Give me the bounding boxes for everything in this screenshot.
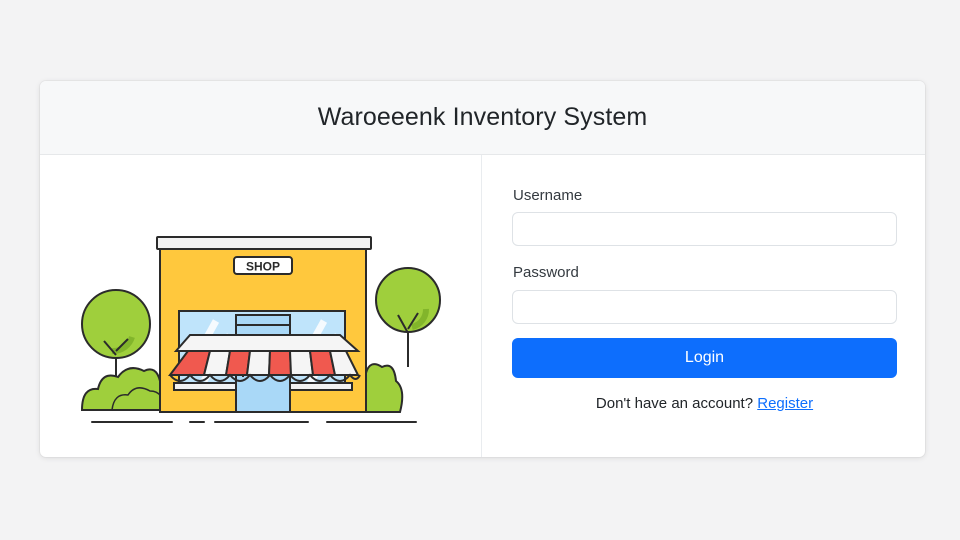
register-prompt-text: Don't have an account? (595, 395, 754, 412)
register-link[interactable]: Register (757, 395, 813, 412)
right-bush-icon (365, 363, 404, 413)
shop-sign-text: SHOP (246, 260, 280, 274)
username-label: Username (513, 187, 583, 204)
illustration-pane: SHOP (40, 155, 482, 457)
login-button[interactable]: Login (512, 338, 897, 378)
login-card: Waroeeenk Inventory System SHOP Username… (40, 81, 925, 457)
page-title: Waroeeenk Inventory System (317, 103, 648, 131)
username-input[interactable] (512, 212, 897, 246)
awning (168, 334, 361, 382)
right-tree-icon (375, 267, 441, 367)
password-label: Password (513, 264, 579, 281)
shop-building-icon: SHOP (156, 236, 372, 413)
card-header: Waroeeenk Inventory System (40, 81, 925, 155)
password-input[interactable] (512, 290, 897, 324)
register-prompt: Don't have an account? Register (512, 395, 897, 412)
card-body: SHOP Username Password Login Don't have … (40, 155, 925, 457)
login-form: Username Password Login Don't have an ac… (482, 155, 925, 457)
storefront-illustration: SHOP (80, 236, 441, 423)
